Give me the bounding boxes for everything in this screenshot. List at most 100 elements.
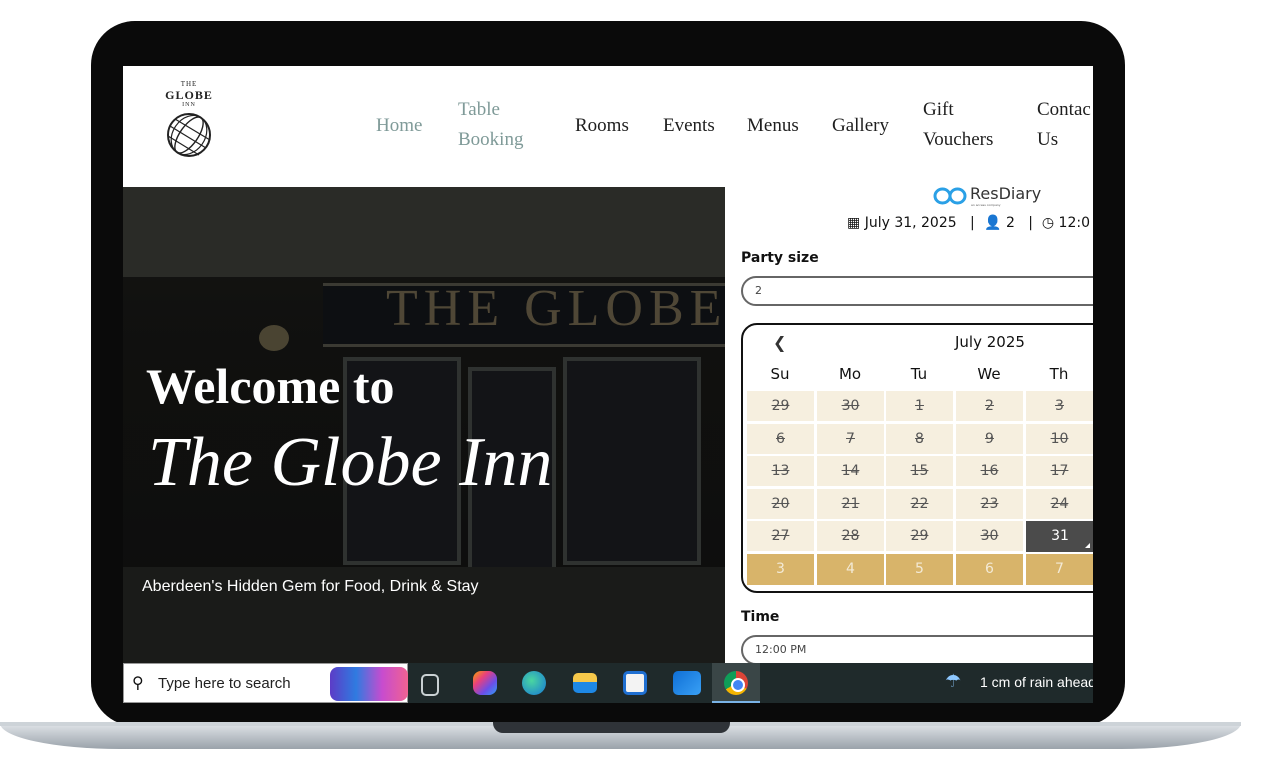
calendar-weekday-th: Th [1049, 365, 1069, 383]
calendar-day: 22 [886, 488, 954, 520]
calendar-day[interactable]: 6 [956, 553, 1024, 585]
chrome-taskbar-button[interactable] [712, 663, 760, 703]
party-size-label: Party size [741, 250, 819, 266]
nav-events[interactable]: Events [663, 111, 715, 141]
task-view-icon[interactable] [421, 674, 439, 696]
calendar-day: 3 [1026, 391, 1093, 422]
calendar-day: 14 [817, 456, 885, 487]
resdiary-infinity-icon [933, 187, 967, 205]
hero-title-line2: The Globe Inn [148, 424, 553, 501]
calendar-month-label: July 2025 [955, 333, 1025, 351]
calendar-day: 6 [747, 423, 815, 455]
person-icon: 👤 [979, 215, 1002, 231]
globe-icon [167, 113, 211, 157]
windows-taskbar: ⚲ Type here to search ☂ 1 cm of rain ahe… [123, 663, 1093, 703]
calendar-day: 17 [1026, 456, 1093, 487]
chrome-icon-center [731, 678, 745, 692]
hero-subtitle: Aberdeen's Hidden Gem for Food, Drink & … [142, 578, 479, 595]
calendar-day: 23 [956, 488, 1024, 520]
site-logo[interactable]: THE GLOBE INN [161, 80, 217, 170]
search-highlight-art[interactable] [330, 667, 408, 701]
calendar-day: 9 [956, 423, 1024, 455]
rain-umbrella-icon[interactable]: ☂ [945, 671, 961, 692]
calendar-day[interactable]: 4 [817, 553, 885, 585]
calendar-day[interactable]: 3 [747, 553, 815, 585]
calendar-day: 13 [747, 456, 815, 487]
time-label: Time [741, 609, 780, 625]
nav-table-booking[interactable]: Table Booking [458, 95, 523, 155]
summary-date: July 31, 2025 [864, 215, 957, 231]
calendar-day: 30 [956, 521, 1024, 552]
calendar-day: 1 [886, 391, 954, 422]
calendar-icon: ▦ [847, 215, 861, 231]
nav-gallery[interactable]: Gallery [832, 111, 889, 141]
calendar-weekday-mo: Mo [838, 365, 862, 383]
calendar-weekday-su: Su [770, 365, 790, 383]
calendar-day: 21 [817, 488, 885, 520]
resdiary-logo: ResDiary an access company [933, 184, 1053, 214]
time-select[interactable]: 12:00 PM [741, 635, 1093, 665]
hero-banner: THE GLOBE I Welcome to The Globe Inn Abe… [123, 187, 725, 703]
facade-badge [259, 325, 289, 351]
party-size-value: 2 [755, 284, 762, 297]
booking-summary: ▦ July 31, 2025 | 👤 2 | ◷ 12:0 [847, 215, 1090, 231]
outlook-icon[interactable] [673, 671, 701, 695]
calendar-day: 16 [956, 456, 1024, 487]
resdiary-brand-sub: an access company [971, 203, 1001, 207]
file-explorer-icon[interactable] [573, 673, 597, 693]
laptop-notch [493, 722, 730, 733]
taskbar-search-placeholder: Type here to search [158, 675, 291, 692]
calendar-day[interactable]: 31 [1026, 521, 1093, 552]
booking-widget: ResDiary an access company ▦ July 31, 20… [725, 184, 1093, 703]
nav-home[interactable]: Home [376, 111, 422, 141]
date-calendar: ❮ July 2025 Su Mo Tu We Th 29 30 1 2 3 6 7 8 9 10 13 14 1… [741, 323, 1093, 593]
nav-rooms[interactable]: Rooms [575, 111, 629, 141]
logo-line-globe: GLOBE [165, 88, 213, 102]
hero-title-line1: Welcome to [146, 358, 395, 414]
calendar-day: 29 [747, 391, 815, 422]
calendar-day: 10 [1026, 423, 1093, 455]
site-header: THE GLOBE INN Home Table Booking Rooms E… [123, 66, 1093, 187]
logo-line-inn: INN [182, 102, 196, 108]
logo-line-the: THE [180, 80, 198, 88]
calendar-prev-month-button[interactable]: ❮ [773, 333, 786, 352]
calendar-weekday-we: We [977, 365, 1001, 383]
calendar-day: 15 [886, 456, 954, 487]
taskbar-search-box[interactable]: ⚲ Type here to search [123, 663, 408, 703]
facade-window-right [563, 357, 701, 565]
calendar-day: 2 [956, 391, 1024, 422]
summary-separator: | [1028, 215, 1033, 231]
calendar-day[interactable]: 7 [1026, 553, 1093, 585]
party-size-select[interactable]: 2 [741, 276, 1093, 306]
microsoft-store-icon[interactable] [623, 671, 647, 695]
nav-contact-line2: Us [1037, 129, 1059, 150]
clock-icon: ◷ [1037, 215, 1055, 231]
summary-party: 2 [1005, 215, 1015, 231]
calendar-day[interactable]: 5 [886, 553, 954, 585]
facade-upper-wall [123, 187, 725, 277]
calendar-weekday-tu: Tu [910, 365, 928, 383]
resdiary-brand-name: ResDiary [970, 184, 1042, 203]
edge-browser-icon[interactable] [522, 671, 546, 695]
calendar-day: 28 [817, 521, 885, 552]
summary-time: 12:0 [1058, 215, 1090, 231]
calendar-day: 30 [817, 391, 885, 422]
nav-menus[interactable]: Menus [747, 111, 799, 141]
calendar-day: 27 [747, 521, 815, 552]
nav-gift-vouchers[interactable]: Gift Vouchers [923, 95, 993, 155]
calendar-day: 29 [886, 521, 954, 552]
calendar-day: 24 [1026, 488, 1093, 520]
calendar-day: 20 [747, 488, 815, 520]
calendar-day: 7 [817, 423, 885, 455]
nav-table-booking-line1: Table [458, 99, 500, 120]
nav-table-booking-line2: Booking [458, 129, 524, 150]
nav-contact-us[interactable]: Contac Us [1037, 95, 1091, 155]
time-value: 12:00 PM [755, 643, 807, 656]
summary-separator: | [970, 215, 975, 231]
nav-contact-line1: Contac [1037, 99, 1091, 120]
nav-gift-vouchers-line1: Gift [923, 99, 954, 120]
weather-status[interactable]: 1 cm of rain ahead [980, 674, 1093, 690]
search-icon: ⚲ [132, 673, 144, 692]
copilot-icon[interactable] [473, 671, 497, 695]
nav-gift-vouchers-line2: Vouchers [923, 129, 994, 150]
